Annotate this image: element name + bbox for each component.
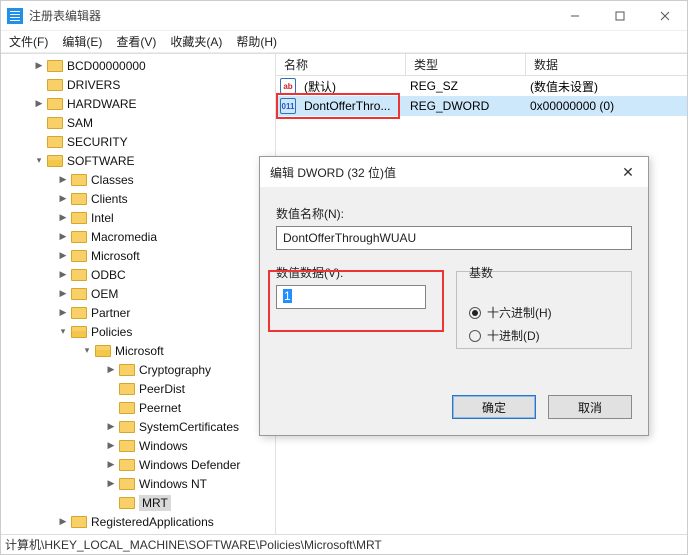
menu-edit[interactable]: 编辑(E) xyxy=(62,33,102,50)
col-type[interactable]: 类型 xyxy=(406,54,526,75)
maximize-button[interactable] xyxy=(597,1,642,30)
tree-item[interactable]: ▾SOFTWARE xyxy=(1,151,275,170)
tree-item[interactable]: PeerDist xyxy=(1,379,275,398)
dialog-titlebar: 编辑 DWORD (32 位)值 ✕ xyxy=(260,157,648,187)
minimize-button[interactable] xyxy=(552,1,597,30)
reg-dword-icon: 011 xyxy=(280,98,296,114)
radio-dot-icon xyxy=(469,307,481,319)
tree-item[interactable]: ▶HARDWARE xyxy=(1,94,275,113)
regedit-icon xyxy=(7,8,23,24)
radio-hex[interactable]: 十六进制(H) xyxy=(469,304,619,321)
col-name[interactable]: 名称 xyxy=(276,54,406,75)
tree-item[interactable]: ▶Windows Defender xyxy=(1,455,275,474)
menu-view[interactable]: 查看(V) xyxy=(116,33,156,50)
tree-item[interactable]: ▶BCD00000000 xyxy=(1,56,275,75)
tree-item[interactable]: ▶Microsoft xyxy=(1,246,275,265)
dialog-title: 编辑 DWORD (32 位)值 xyxy=(270,164,396,181)
edit-dword-dialog: 编辑 DWORD (32 位)值 ✕ 数值名称(N): 数值数据(V): 1 基… xyxy=(259,156,649,436)
tree-item[interactable]: ▶Windows xyxy=(1,436,275,455)
menu-favorites[interactable]: 收藏夹(A) xyxy=(170,33,222,50)
list-header: 名称 类型 数据 xyxy=(276,54,687,76)
value-name-field[interactable] xyxy=(276,226,632,250)
value-data-field[interactable]: 1 xyxy=(276,285,426,309)
radio-dec[interactable]: 十进制(D) xyxy=(469,327,619,344)
titlebar: 注册表编辑器 xyxy=(1,1,687,31)
value-name-label: 数值名称(N): xyxy=(276,205,632,222)
window-buttons xyxy=(552,1,687,30)
window-title: 注册表编辑器 xyxy=(29,7,552,24)
tree-item[interactable]: ▶Windows NT xyxy=(1,474,275,493)
status-path: 计算机\HKEY_LOCAL_MACHINE\SOFTWARE\Policies… xyxy=(5,536,382,553)
tree-item[interactable]: ▶Cryptography xyxy=(1,360,275,379)
tree-item[interactable]: ▶Clients xyxy=(1,189,275,208)
list-row[interactable]: ab (默认) REG_SZ (数值未设置) xyxy=(276,76,687,96)
dialog-close-button[interactable]: ✕ xyxy=(608,164,648,181)
tree-item[interactable]: SECURITY xyxy=(1,132,275,151)
tree-item[interactable]: ▶Intel xyxy=(1,208,275,227)
tree-item[interactable]: ▶Partner xyxy=(1,303,275,322)
tree-item[interactable]: ▶ODBC xyxy=(1,265,275,284)
radio-dot-icon xyxy=(469,330,481,342)
tree-item[interactable]: Peernet xyxy=(1,398,275,417)
tree-item-selected[interactable]: MRT xyxy=(1,493,275,512)
tree-item[interactable]: ▶SystemCertificates xyxy=(1,417,275,436)
tree-item[interactable]: ▶Macromedia xyxy=(1,227,275,246)
list-row-selected[interactable]: 011 DontOfferThro... REG_DWORD 0x0000000… xyxy=(276,96,687,116)
base-group: 基数 十六进制(H) 十进制(D) xyxy=(456,271,632,349)
tree-item[interactable]: ▾Policies xyxy=(1,322,275,341)
col-data[interactable]: 数据 xyxy=(526,54,687,75)
tree-item[interactable]: ▾Microsoft xyxy=(1,341,275,360)
statusbar: 计算机\HKEY_LOCAL_MACHINE\SOFTWARE\Policies… xyxy=(1,534,687,554)
tree[interactable]: ▶BCD00000000 DRIVERS ▶HARDWARE SAM SECUR… xyxy=(1,54,276,534)
regedit-window: 注册表编辑器 文件(F) 编辑(E) 查看(V) 收藏夹(A) 帮助(H) ▶B… xyxy=(0,0,688,555)
ok-button[interactable]: 确定 xyxy=(452,395,536,419)
close-button[interactable] xyxy=(642,1,687,30)
reg-sz-icon: ab xyxy=(280,78,296,94)
tree-item[interactable]: DRIVERS xyxy=(1,75,275,94)
menu-file[interactable]: 文件(F) xyxy=(9,33,48,50)
cancel-button[interactable]: 取消 xyxy=(548,395,632,419)
menubar: 文件(F) 编辑(E) 查看(V) 收藏夹(A) 帮助(H) xyxy=(1,31,687,53)
tree-item[interactable]: ▶OEM xyxy=(1,284,275,303)
tree-item[interactable]: ▶Classes xyxy=(1,170,275,189)
menu-help[interactable]: 帮助(H) xyxy=(236,33,277,50)
tree-item[interactable]: SAM xyxy=(1,113,275,132)
tree-item[interactable]: ▶RegisteredApplications xyxy=(1,512,275,531)
